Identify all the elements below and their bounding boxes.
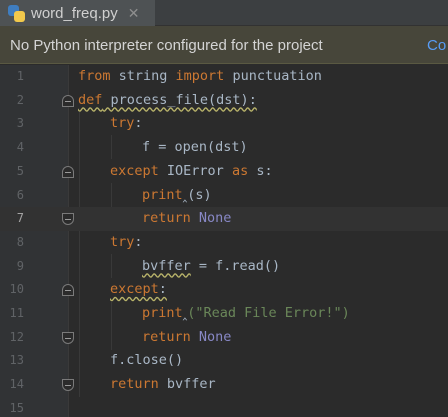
code-line: 12 return None xyxy=(0,326,448,350)
line-number: 12 xyxy=(9,329,24,344)
code-line: 5 except IOError as s: xyxy=(0,160,448,184)
editor-tab-bar: word_freq.py ✕ xyxy=(0,0,448,26)
code-line: 11 print‸("Read File Error!") xyxy=(0,302,448,326)
interpreter-warning-banner: No Python interpreter configured for the… xyxy=(0,26,448,64)
code-line: 8 try: xyxy=(0,231,448,255)
tab-word-freq[interactable]: word_freq.py ✕ xyxy=(0,0,155,26)
line-number: 10 xyxy=(9,282,24,297)
code-line: 3 try: xyxy=(0,112,448,136)
configure-interpreter-link[interactable]: Co xyxy=(427,37,446,54)
fold-collapse-icon[interactable] xyxy=(62,94,74,107)
code-line: 14 return bvffer xyxy=(0,373,448,397)
code-line: 2 def process_file(dst): xyxy=(0,89,448,113)
tab-title: word_freq.py xyxy=(31,4,118,22)
banner-message: No Python interpreter configured for the… xyxy=(10,37,323,54)
code-line: 6 print‸(s) xyxy=(0,184,448,208)
line-number: 7 xyxy=(16,211,24,226)
code-editor[interactable]: 1 from string import punctuation 2 def p… xyxy=(0,65,448,417)
line-number: 13 xyxy=(9,353,24,368)
line-number: 5 xyxy=(16,163,24,178)
line-number: 14 xyxy=(9,377,24,392)
fold-collapse-icon[interactable] xyxy=(62,165,74,178)
fold-end-icon[interactable] xyxy=(62,213,74,226)
code-line: 15 xyxy=(0,397,448,417)
line-number: 15 xyxy=(9,400,24,415)
fold-end-icon[interactable] xyxy=(62,331,74,344)
fold-end-icon[interactable] xyxy=(62,379,74,392)
line-number: 11 xyxy=(9,306,24,320)
code-line: 10 except: xyxy=(0,278,448,302)
code-line: 13 f.close() xyxy=(0,349,448,373)
line-number: 9 xyxy=(16,258,24,273)
line-number: 4 xyxy=(16,140,24,155)
line-number: 6 xyxy=(16,187,24,202)
line-number: 3 xyxy=(16,116,24,131)
code-line-current: 7 return None xyxy=(0,207,448,231)
code-line: 4 f = open(dst) xyxy=(0,136,448,160)
fold-collapse-icon[interactable] xyxy=(62,284,74,297)
line-number: 1 xyxy=(16,69,24,83)
code-line: 9 bvffer = f.read() xyxy=(0,255,448,279)
line-number: 2 xyxy=(16,92,24,107)
line-number: 8 xyxy=(16,234,24,249)
code-line: 1 from string import punctuation xyxy=(0,65,448,89)
close-tab-icon[interactable]: ✕ xyxy=(128,5,140,22)
python-file-icon xyxy=(8,4,25,22)
